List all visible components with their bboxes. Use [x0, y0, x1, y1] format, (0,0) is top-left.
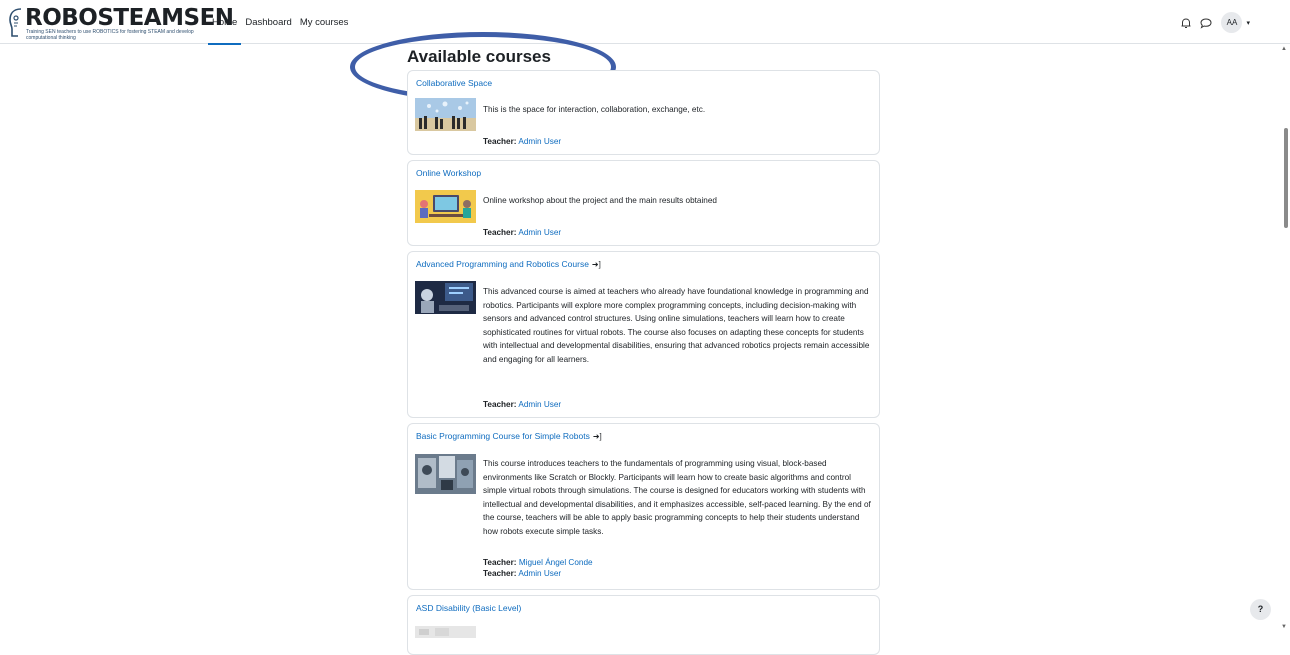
teacher-link[interactable]: Admin User [518, 228, 561, 237]
course-name-text: Advanced Programming and Robotics Course [416, 259, 589, 269]
course-card: ASD Disability (Basic Level) [407, 595, 880, 655]
user-menu-area: AA ▾ [1173, 12, 1250, 33]
course-summary: This is the space for interaction, colla… [483, 105, 706, 114]
self-enrol-icon: ➜] [591, 260, 601, 269]
teacher-label: Teacher: [483, 137, 517, 146]
top-navbar: ROBOSTEAMSEN Training SEN teachers to us… [0, 0, 1290, 45]
robot-head-icon [9, 8, 22, 37]
course-link[interactable]: Online Workshop [416, 168, 481, 178]
site-logo[interactable]: ROBOSTEAMSEN Training SEN teachers to us… [8, 6, 234, 41]
teacher-link[interactable]: Admin User [518, 137, 561, 146]
course-image [415, 626, 476, 638]
brand-tagline: Training SEN teachers to use ROBOTICS fo… [26, 29, 194, 41]
teacher-link[interactable]: Miguel Ángel Conde [519, 558, 593, 567]
teacher-label: Teacher: [483, 228, 517, 237]
teacher-link[interactable]: Admin User [518, 400, 561, 409]
course-link[interactable]: Collaborative Space [416, 78, 492, 88]
teacher-label: Teacher: [483, 400, 517, 409]
course-link[interactable]: Advanced Programming and Robotics Course… [416, 259, 601, 269]
course-card: Advanced Programming and Robotics Course… [407, 251, 880, 418]
help-button[interactable]: ? [1250, 599, 1271, 620]
course-summary: Online workshop about the project and th… [483, 196, 717, 205]
course-link[interactable]: ASD Disability (Basic Level) [416, 603, 521, 613]
teacher-label: Teacher: [483, 558, 517, 567]
scroll-down-icon[interactable]: ▼ [1281, 624, 1287, 630]
course-card: Basic Programming Course for Simple Robo… [407, 423, 880, 590]
nav-dashboard[interactable]: Dashboard [241, 0, 295, 43]
scrollbar-thumb[interactable] [1284, 128, 1288, 228]
course-teacher: Teacher: Admin User [483, 399, 561, 410]
course-summary: This course introduces teachers to the f… [483, 459, 871, 536]
course-teacher: Teacher: Miguel Ángel Conde Teacher: Adm… [483, 557, 593, 579]
teacher-link[interactable]: Admin User [518, 569, 561, 578]
nav-home[interactable]: Home [208, 0, 242, 45]
teacher-label: Teacher: [483, 569, 517, 578]
course-image [415, 98, 476, 131]
page-title: Available courses [407, 47, 551, 66]
course-teacher: Teacher: Admin User [483, 136, 561, 147]
chevron-down-icon[interactable]: ▾ [1246, 19, 1250, 27]
primary-navigation: Home Dashboard My courses [208, 0, 353, 45]
self-enrol-icon: ➜] [592, 432, 602, 441]
course-card: Online Workshop Online workshop about th… [407, 160, 880, 246]
course-teacher: Teacher: Admin User [483, 227, 561, 238]
course-image [415, 281, 476, 314]
bell-icon[interactable] [1179, 16, 1193, 30]
chat-icon[interactable] [1199, 16, 1213, 30]
course-name-text: Basic Programming Course for Simple Robo… [416, 431, 590, 441]
brand-title: ROBOSTEAMSEN [25, 5, 234, 31]
course-image [415, 190, 476, 223]
user-avatar[interactable]: AA [1221, 12, 1243, 33]
course-summary: This advanced course is aimed at teacher… [483, 287, 870, 364]
scroll-up-icon[interactable]: ▲ [1281, 46, 1287, 52]
course-link[interactable]: Basic Programming Course for Simple Robo… [416, 431, 602, 441]
course-image [415, 454, 476, 494]
course-card: Collaborative Space This is the space fo… [407, 70, 880, 155]
nav-my-courses[interactable]: My courses [296, 0, 353, 43]
